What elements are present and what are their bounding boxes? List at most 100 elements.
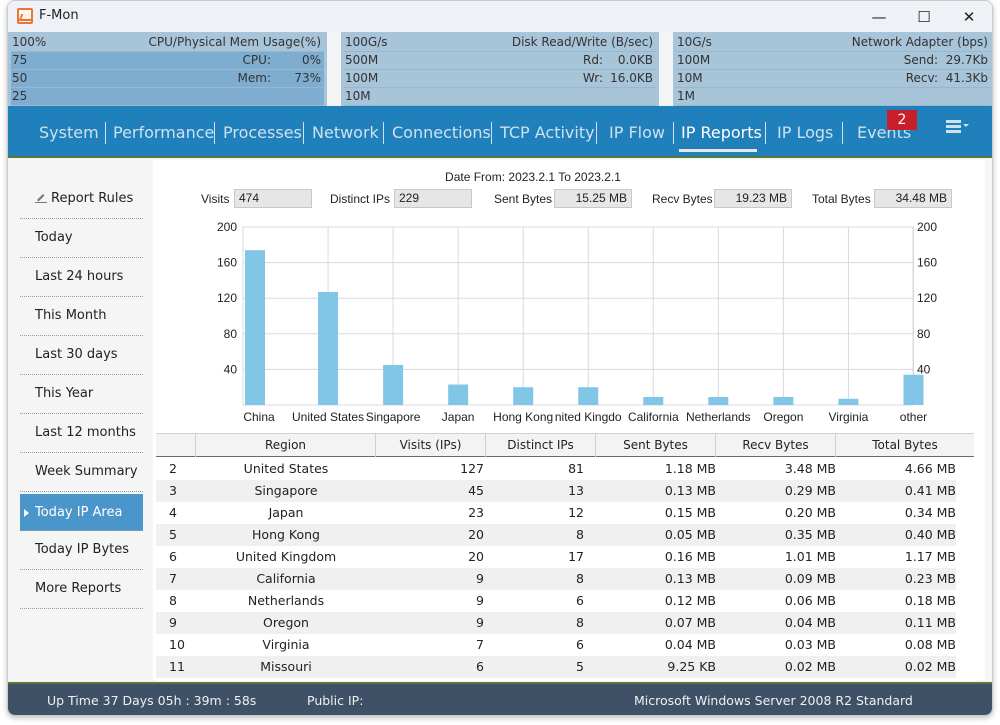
table-row[interactable]: 4 Japan 23 12 0.15 MB 0.20 MB 0.34 MB <box>156 502 956 524</box>
y-tick-label-right: 40 <box>917 362 931 376</box>
scale-label: 100% <box>12 35 47 49</box>
total-bytes-cell: 0.02 MB <box>904 659 956 674</box>
x-category-label: other <box>900 410 927 424</box>
maximize-button[interactable]: ☐ <box>901 1 947 32</box>
column-header-region[interactable]: Region <box>196 434 376 457</box>
table-row[interactable]: 6 United Kingdom 20 17 0.16 MB 1.01 MB 1.17 MB <box>156 546 956 568</box>
public-ip-text: Public IP: <box>307 693 364 708</box>
table-row[interactable]: 8 Netherlands 9 6 0.12 MB 0.06 MB 0.18 MB <box>156 590 956 612</box>
table-row[interactable]: 11 Missouri 6 5 9.25 KB 0.02 MB 0.02 MB <box>156 656 956 678</box>
tab-performance[interactable]: Performance <box>113 123 214 143</box>
table-row[interactable]: 10 Virginia 7 6 0.04 MB 0.03 MB 0.08 MB <box>156 634 956 656</box>
distinct-ips-cell: 8 <box>576 615 584 630</box>
table-row[interactable]: 5 Hong Kong 20 8 0.05 MB 0.35 MB 0.40 MB <box>156 524 956 546</box>
recv-bytes-cell: 0.04 MB <box>784 615 836 630</box>
tab-tcp-activity[interactable]: TCP Activity <box>500 123 595 143</box>
visits-label: Visits <box>201 192 230 206</box>
sent-bytes-cell: 0.04 MB <box>664 637 716 652</box>
sidebar-item-label: Report Rules <box>51 191 134 206</box>
tab-ip-reports[interactable]: IP Reports <box>681 123 762 143</box>
tab-divider <box>105 122 106 144</box>
sidebar-item-more-reports[interactable]: More Reports <box>20 570 143 609</box>
monitor-row: 100M Wr: 16.0KB <box>344 70 656 88</box>
recv-bytes-cell: 0.35 MB <box>784 527 836 542</box>
sidebar-item-last-12-months[interactable]: Last 12 months <box>20 414 143 453</box>
tab-processes[interactable]: Processes <box>223 123 302 143</box>
monitor-row: 10M Recv: 41.3Kb <box>676 70 991 88</box>
y-tick-label-left: 160 <box>217 256 237 270</box>
column-header-index[interactable] <box>156 434 196 457</box>
column-header-total-bytes[interactable]: Total Bytes <box>836 434 974 457</box>
region-cell: United States <box>243 461 329 476</box>
row-index: 4 <box>169 505 177 520</box>
close-button[interactable]: ✕ <box>946 1 992 32</box>
events-count-badge: 2 <box>887 110 917 130</box>
region-cell: Singapore <box>254 483 318 498</box>
monitor-row: 1M <box>676 88 991 106</box>
column-header-distinct-ips[interactable]: Distinct IPs <box>486 434 596 457</box>
sent-bytes-cell: 0.16 MB <box>664 549 716 564</box>
column-header-sent-bytes[interactable]: Sent Bytes <box>596 434 716 457</box>
cpu-label: CPU: <box>242 53 271 67</box>
tab-divider <box>383 122 384 144</box>
region-cell: Hong Kong <box>252 527 320 542</box>
report-content: Date From: 2023.2.1 To 2023.2.1 Visits 4… <box>153 160 985 681</box>
sidebar-item-today-ip-bytes[interactable]: Today IP Bytes <box>20 531 143 570</box>
y-tick-label-left: 200 <box>217 220 237 234</box>
table-row[interactable]: 7 California 9 8 0.13 MB 0.09 MB 0.23 MB <box>156 568 956 590</box>
tab-ip-flow[interactable]: IP Flow <box>609 123 665 143</box>
row-index: 5 <box>169 527 177 542</box>
sidebar-item-last-24-hours[interactable]: Last 24 hours <box>20 258 143 297</box>
table-scrollbar[interactable] <box>971 458 976 680</box>
sent-bytes-cell: 0.12 MB <box>664 593 716 608</box>
recv-bytes-cell: 0.03 MB <box>784 637 836 652</box>
recv-bytes-cell: 0.29 MB <box>784 483 836 498</box>
sidebar-item-last-30-days[interactable]: Last 30 days <box>20 336 143 375</box>
monitor-row: 100G/s Disk Read/Write (B/sec) <box>344 34 656 52</box>
tab-network[interactable]: Network <box>312 123 379 143</box>
sidebar-item-this-month[interactable]: This Month <box>20 297 143 336</box>
table-header: Region Visits (IPs) Distinct IPs Sent By… <box>156 433 974 457</box>
column-header-recv-bytes[interactable]: Recv Bytes <box>716 434 836 457</box>
x-category-label: nited Kingdo <box>555 410 622 424</box>
table-row[interactable]: 3 Singapore 45 13 0.13 MB 0.29 MB 0.41 MB <box>156 480 956 502</box>
recv-bytes-cell: 3.48 MB <box>784 461 836 476</box>
table-row[interactable]: 9 Oregon 9 8 0.07 MB 0.04 MB 0.11 MB <box>156 612 956 634</box>
distinct-ips-cell: 17 <box>568 549 584 564</box>
app-logo-icon <box>17 8 33 24</box>
sidebar-item-report-rules[interactable]: Report Rules <box>20 180 143 219</box>
recv-bytes-label: Recv Bytes <box>652 192 713 206</box>
monitor-row: 500M Rd: 0.0KB <box>344 52 656 70</box>
monitor-title: Disk Read/Write (B/sec) <box>511 35 653 49</box>
table-row[interactable]: 2 United States 127 81 1.18 MB 3.48 MB 4.66 MB <box>156 458 956 480</box>
scale-label: 10G/s <box>677 35 712 49</box>
bar <box>318 291 339 405</box>
y-tick-label-left: 40 <box>224 362 238 376</box>
tab-system[interactable]: System <box>39 123 99 143</box>
tab-divider <box>491 122 492 144</box>
y-tick-label-right: 200 <box>917 220 937 234</box>
row-index: 11 <box>169 659 185 674</box>
recv-label: Recv: <box>905 71 938 85</box>
total-bytes-cell: 0.18 MB <box>904 593 956 608</box>
x-category-label: California <box>628 410 679 424</box>
sidebar-item-today-ip-area[interactable]: Today IP Area <box>20 494 143 531</box>
tab-ip-logs[interactable]: IP Logs <box>777 123 833 143</box>
app-window: F-Mon — ☐ ✕ 100% CPU/Physical Mem Usage(… <box>7 0 993 716</box>
region-cell: Netherlands <box>247 593 325 608</box>
recv-bytes-field: 19.23 MB <box>714 189 792 208</box>
minimize-button[interactable]: — <box>856 1 902 32</box>
disk-read-value: 0.0KB <box>617 53 653 67</box>
hamburger-menu-icon[interactable] <box>946 120 969 134</box>
pencil-icon <box>35 194 47 203</box>
sidebar-item-this-year[interactable]: This Year <box>20 375 143 414</box>
x-category-label: United States <box>292 410 364 424</box>
column-header-visits[interactable]: Visits (IPs) <box>376 434 486 457</box>
sidebar-item-week-summary[interactable]: Week Summary <box>20 453 143 492</box>
sidebar-item-today[interactable]: Today <box>20 219 143 258</box>
distinct-ips-cell: 6 <box>576 593 584 608</box>
tab-connections[interactable]: Connections <box>392 123 491 143</box>
x-category-label: Oregon <box>763 410 803 424</box>
region-cell: Japan <box>268 505 304 520</box>
visits-cell: 20 <box>468 527 484 542</box>
